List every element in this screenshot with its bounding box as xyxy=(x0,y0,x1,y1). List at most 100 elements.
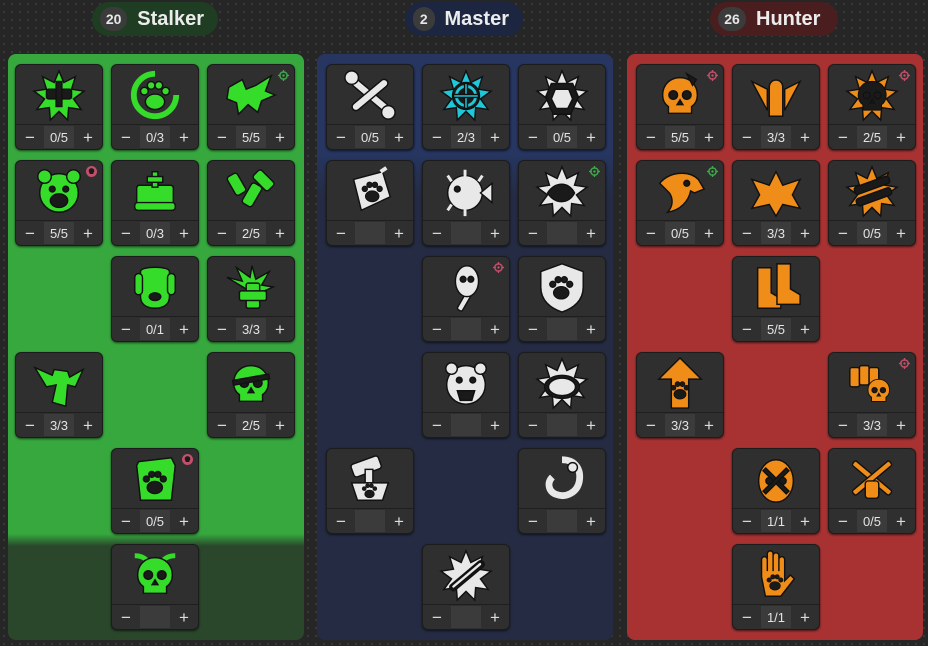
decrease-rank-button[interactable]: − xyxy=(519,317,547,341)
master-perk-card[interactable]: −0/5 + xyxy=(326,64,414,150)
decrease-rank-button[interactable]: − xyxy=(829,125,857,149)
stalker-perk-card[interactable]: −0/5 + xyxy=(111,448,199,534)
master-perk-card[interactable]: − + xyxy=(326,160,414,246)
hunter-perk-card[interactable]: −3/3 + xyxy=(636,352,724,438)
increase-rank-button[interactable]: + xyxy=(887,221,915,245)
increase-rank-button[interactable]: + xyxy=(887,509,915,533)
master-perk-card[interactable]: −2/3 + xyxy=(422,64,510,150)
decrease-rank-button[interactable]: − xyxy=(829,413,857,437)
increase-rank-button[interactable]: + xyxy=(266,221,294,245)
increase-rank-button[interactable]: + xyxy=(481,413,509,437)
master-perk-card[interactable]: − + xyxy=(422,544,510,630)
increase-rank-button[interactable]: + xyxy=(577,221,605,245)
decrease-rank-button[interactable]: − xyxy=(423,317,451,341)
stalker-perk-card[interactable]: −3/3 + xyxy=(15,352,103,438)
decrease-rank-button[interactable]: − xyxy=(112,509,140,533)
increase-rank-button[interactable]: + xyxy=(170,221,198,245)
stalker-perk-card[interactable]: −5/5 + xyxy=(207,64,295,150)
increase-rank-button[interactable]: + xyxy=(170,605,198,629)
increase-rank-button[interactable]: + xyxy=(791,317,819,341)
increase-rank-button[interactable]: + xyxy=(74,221,102,245)
hunter-perk-card[interactable]: −3/3 + xyxy=(828,352,916,438)
decrease-rank-button[interactable]: − xyxy=(327,125,355,149)
stalker-perk-card[interactable]: −0/1 + xyxy=(111,256,199,342)
decrease-rank-button[interactable]: − xyxy=(829,509,857,533)
increase-rank-button[interactable]: + xyxy=(74,413,102,437)
hunter-perk-card[interactable]: −5/5 + xyxy=(636,64,724,150)
decrease-rank-button[interactable]: − xyxy=(519,125,547,149)
decrease-rank-button[interactable]: − xyxy=(16,125,44,149)
decrease-rank-button[interactable]: − xyxy=(208,221,236,245)
master-perk-card[interactable]: − + xyxy=(518,160,606,246)
increase-rank-button[interactable]: + xyxy=(481,605,509,629)
master-perk-card[interactable]: − + xyxy=(518,448,606,534)
hunter-perk-card[interactable]: −2/5 + xyxy=(828,64,916,150)
decrease-rank-button[interactable]: − xyxy=(733,125,761,149)
increase-rank-button[interactable]: + xyxy=(385,221,413,245)
hunter-perk-card[interactable]: −5/5 + xyxy=(732,256,820,342)
hunter-perk-card[interactable]: −0/5 + xyxy=(828,160,916,246)
decrease-rank-button[interactable]: − xyxy=(637,413,665,437)
increase-rank-button[interactable]: + xyxy=(577,317,605,341)
increase-rank-button[interactable]: + xyxy=(791,605,819,629)
decrease-rank-button[interactable]: − xyxy=(733,221,761,245)
increase-rank-button[interactable]: + xyxy=(481,317,509,341)
decrease-rank-button[interactable]: − xyxy=(519,221,547,245)
increase-rank-button[interactable]: + xyxy=(481,221,509,245)
increase-rank-button[interactable]: + xyxy=(385,125,413,149)
decrease-rank-button[interactable]: − xyxy=(327,509,355,533)
increase-rank-button[interactable]: + xyxy=(791,221,819,245)
decrease-rank-button[interactable]: − xyxy=(519,509,547,533)
master-perk-card[interactable]: − + xyxy=(422,352,510,438)
stalker-perk-card[interactable]: −2/5 + xyxy=(207,352,295,438)
decrease-rank-button[interactable]: − xyxy=(112,125,140,149)
increase-rank-button[interactable]: + xyxy=(887,413,915,437)
master-perk-card[interactable]: − + xyxy=(518,352,606,438)
decrease-rank-button[interactable]: − xyxy=(637,221,665,245)
hunter-perk-card[interactable]: −1/1 + xyxy=(732,544,820,630)
increase-rank-button[interactable]: + xyxy=(266,413,294,437)
increase-rank-button[interactable]: + xyxy=(170,125,198,149)
stalker-perk-card[interactable]: −3/3 + xyxy=(207,256,295,342)
decrease-rank-button[interactable]: − xyxy=(208,125,236,149)
increase-rank-button[interactable]: + xyxy=(577,125,605,149)
decrease-rank-button[interactable]: − xyxy=(112,317,140,341)
master-perk-card[interactable]: −0/5 + xyxy=(518,64,606,150)
increase-rank-button[interactable]: + xyxy=(577,509,605,533)
decrease-rank-button[interactable]: − xyxy=(829,221,857,245)
increase-rank-button[interactable]: + xyxy=(791,509,819,533)
decrease-rank-button[interactable]: − xyxy=(519,413,547,437)
increase-rank-button[interactable]: + xyxy=(695,221,723,245)
increase-rank-button[interactable]: + xyxy=(74,125,102,149)
hunter-perk-card[interactable]: −3/3 + xyxy=(732,64,820,150)
decrease-rank-button[interactable]: − xyxy=(423,605,451,629)
stalker-perk-card[interactable]: −0/3 + xyxy=(111,160,199,246)
stalker-perk-card[interactable]: −5/5 + xyxy=(15,160,103,246)
hunter-perk-card[interactable]: −3/3 + xyxy=(732,160,820,246)
decrease-rank-button[interactable]: − xyxy=(423,221,451,245)
increase-rank-button[interactable]: + xyxy=(385,509,413,533)
decrease-rank-button[interactable]: − xyxy=(208,413,236,437)
increase-rank-button[interactable]: + xyxy=(695,125,723,149)
decrease-rank-button[interactable]: − xyxy=(16,413,44,437)
increase-rank-button[interactable]: + xyxy=(577,413,605,437)
hunter-perk-card[interactable]: −0/5 + xyxy=(636,160,724,246)
increase-rank-button[interactable]: + xyxy=(887,125,915,149)
decrease-rank-button[interactable]: − xyxy=(423,413,451,437)
increase-rank-button[interactable]: + xyxy=(170,317,198,341)
increase-rank-button[interactable]: + xyxy=(481,125,509,149)
increase-rank-button[interactable]: + xyxy=(695,413,723,437)
decrease-rank-button[interactable]: − xyxy=(327,221,355,245)
decrease-rank-button[interactable]: − xyxy=(733,317,761,341)
stalker-perk-card[interactable]: −0/5 + xyxy=(15,64,103,150)
decrease-rank-button[interactable]: − xyxy=(112,605,140,629)
increase-rank-button[interactable]: + xyxy=(266,125,294,149)
decrease-rank-button[interactable]: − xyxy=(637,125,665,149)
hunter-perk-card[interactable]: −0/5 + xyxy=(828,448,916,534)
decrease-rank-button[interactable]: − xyxy=(733,509,761,533)
stalker-perk-card[interactable]: −2/5 + xyxy=(207,160,295,246)
increase-rank-button[interactable]: + xyxy=(266,317,294,341)
decrease-rank-button[interactable]: − xyxy=(16,221,44,245)
increase-rank-button[interactable]: + xyxy=(791,125,819,149)
master-perk-card[interactable]: − + xyxy=(422,256,510,342)
